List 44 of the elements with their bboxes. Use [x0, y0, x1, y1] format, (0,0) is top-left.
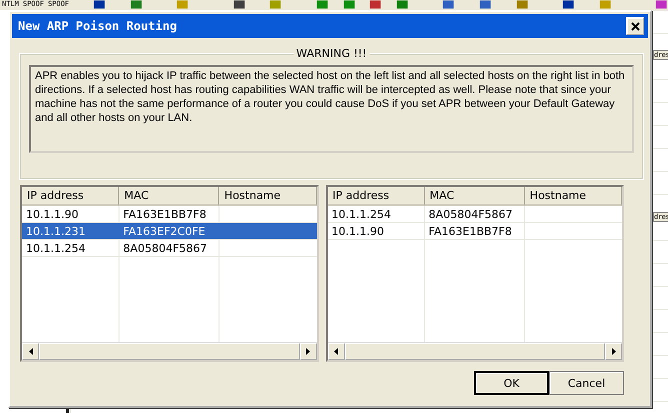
toolbar-icon[interactable]: [232, 0, 246, 9]
ip-address: 10.1.1.254: [330, 208, 392, 220]
cancel-button[interactable]: Cancel: [549, 371, 624, 395]
toolbar-icon[interactable]: [478, 0, 492, 9]
column-header[interactable]: MAC: [119, 187, 220, 206]
column-header[interactable]: IP address: [328, 187, 425, 206]
mac-address: FA163E1BB7F8: [428, 224, 513, 238]
column-header[interactable]: IP address: [22, 187, 120, 206]
close-button[interactable]: [626, 17, 644, 35]
toolbar-icon[interactable]: [396, 0, 408, 9]
column-header[interactable]: Hostname: [219, 187, 316, 206]
host-row[interactable]: 10.1.1.231 FA163EF2C0FE: [22, 223, 316, 240]
right-arrow-icon[interactable]: [612, 348, 616, 355]
ip-address: 10.1.1.231: [25, 224, 86, 238]
ok-button[interactable]: OK: [474, 371, 549, 395]
ip-address: 10.1.1.90: [25, 208, 80, 220]
window-title: New ARP Poison Routing: [18, 19, 177, 33]
mac-address: FA163E1BB7F8: [122, 208, 208, 220]
toolbar-icon[interactable]: [369, 0, 382, 9]
toolbar-icon[interactable]: [562, 0, 575, 9]
left-arrow-icon[interactable]: [28, 348, 32, 355]
toolbar-icon[interactable]: [130, 0, 142, 9]
left-arrow-icon[interactable]: [334, 348, 338, 355]
right-arrow-icon[interactable]: [306, 348, 310, 355]
toolbar-icon[interactable]: [655, 0, 668, 9]
horizontal-scrollbar[interactable]: [328, 342, 622, 360]
mac-address: 8A05804F5867: [428, 208, 514, 220]
column-header[interactable]: MAC: [424, 187, 525, 206]
host-row[interactable]: 10.1.1.254 8A05804F5867: [22, 240, 316, 257]
horizontal-scrollbar[interactable]: [22, 342, 316, 360]
ip-address: 10.1.1.90: [330, 224, 385, 238]
toolbar-icon[interactable]: [442, 0, 455, 9]
source-host-list[interactable]: IP address MAC Hostname 10.1.1.90 FA163E1BB7F8 10.1.1.231 FA163EF2C0FE 10.1.1.254 8A05804F5867: [20, 185, 318, 362]
group-title: WARNING !!!: [293, 47, 370, 60]
ip-address: 10.1.1.254: [25, 242, 86, 254]
close-icon[interactable]: [630, 22, 640, 30]
warning-text: APR enables you to hijack IP traffic between the selected host on the left list and all selected hosts on the right list in both directions. If a selected host has routing capabilities WAN traffic will be intercepted as well. Please note that since your machine has not the same performance of a router you could cause DoS if you set APR between your Default Gateway and all other hosts on your LAN.: [29, 65, 634, 153]
mac-address: 8A05804F5867: [122, 242, 208, 254]
mac-address: FA163EF2C0FE: [122, 224, 206, 238]
toolbar-icon[interactable]: [93, 0, 106, 9]
target-host-list[interactable]: IP address MAC Hostname 10.1.1.254 8A05804F5867 10.1.1.90 FA163E1BB7F8: [326, 185, 624, 362]
column-header[interactable]: Hostname: [524, 187, 622, 206]
host-row[interactable]: 10.1.1.90 FA163E1BB7F8: [328, 223, 622, 240]
host-row[interactable]: 10.1.1.254 8A05804F5867: [328, 206, 622, 223]
